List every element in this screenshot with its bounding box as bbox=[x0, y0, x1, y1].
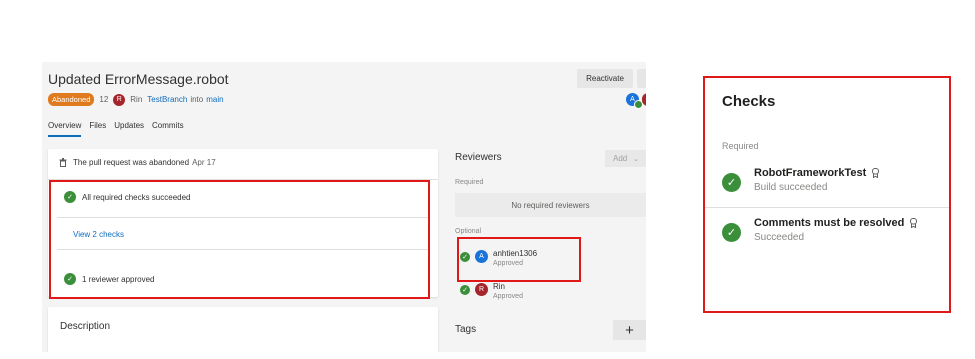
tab-overview[interactable]: Overview bbox=[48, 121, 82, 137]
required-heading: Required bbox=[455, 179, 484, 186]
header-reviewer-avatar-2[interactable] bbox=[642, 93, 646, 106]
reviewer-row[interactable]: ✓ R Rin Approved bbox=[460, 282, 523, 302]
reviewers-title: Reviewers bbox=[455, 152, 502, 163]
add-reviewer-label: Add bbox=[613, 154, 628, 163]
tab-commits[interactable]: Commits bbox=[152, 121, 184, 137]
add-tag-button[interactable]: + bbox=[613, 320, 646, 340]
tab-updates[interactable]: Updates bbox=[114, 121, 144, 137]
pr-tabs: Overview Files Updates Commits bbox=[48, 121, 184, 137]
more-actions-button[interactable] bbox=[637, 69, 646, 88]
abandoned-text: The pull request was abandoned bbox=[73, 158, 190, 167]
into-text: into bbox=[190, 95, 204, 104]
pr-title: Updated ErrorMessage.robot bbox=[48, 71, 229, 87]
optional-heading: Optional bbox=[455, 228, 482, 235]
abandoned-date: Apr 17 bbox=[192, 158, 216, 167]
reviewer-status: Approved bbox=[493, 293, 523, 300]
tags-title: Tags bbox=[455, 324, 477, 335]
status-badge: Abandoned bbox=[48, 93, 95, 106]
reviewer-name: Rin bbox=[493, 282, 506, 291]
chevron-down-icon: ⌄ bbox=[633, 155, 640, 163]
reviewer-highlight-box bbox=[457, 237, 581, 282]
trash-icon bbox=[59, 158, 67, 167]
target-branch-link[interactable]: main bbox=[206, 95, 223, 104]
description-title: Description bbox=[60, 321, 111, 332]
author-avatar: R bbox=[113, 93, 126, 106]
add-reviewer-button[interactable]: Add ⌄ bbox=[605, 150, 646, 167]
checks-highlight-box bbox=[49, 180, 430, 299]
description-card: Description bbox=[48, 307, 438, 352]
source-branch-link[interactable]: TestBranch bbox=[147, 95, 187, 104]
pr-meta: Abandoned 12 R Rin TestBranch into main bbox=[48, 93, 224, 106]
no-required-reviewers: No required reviewers bbox=[455, 193, 646, 217]
abandoned-row: The pull request was abandoned Apr 17 bbox=[59, 158, 216, 167]
author-name: Rin bbox=[130, 95, 143, 104]
tab-files[interactable]: Files bbox=[89, 121, 106, 137]
reactivate-button[interactable]: Reactivate bbox=[577, 69, 633, 88]
approved-icon: ✓ bbox=[460, 285, 470, 295]
checks-panel-highlight-box bbox=[703, 76, 951, 313]
reviewer-avatar: R bbox=[475, 283, 488, 296]
pr-id: 12 bbox=[99, 95, 109, 104]
